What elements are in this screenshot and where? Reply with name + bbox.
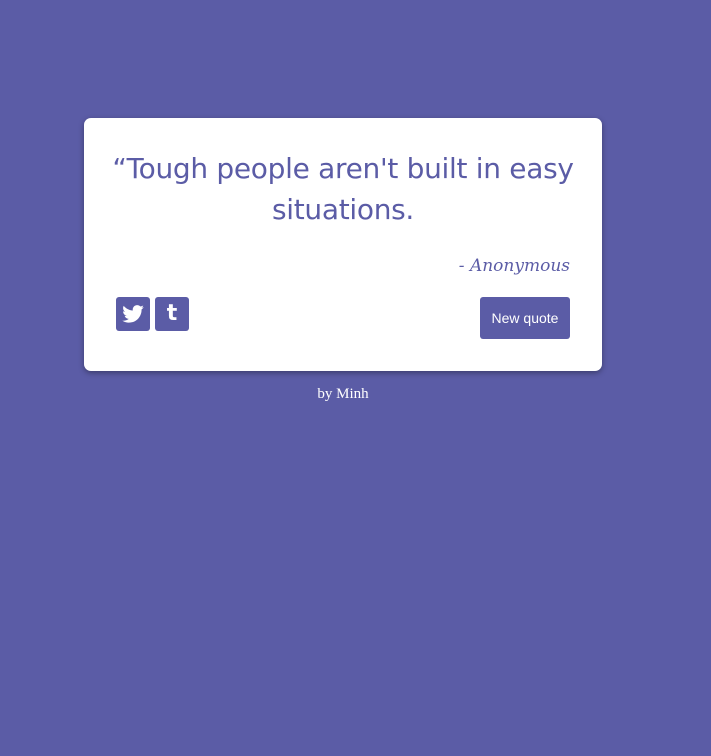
quote-body: Tough people aren't built in easy situat…: [126, 152, 574, 226]
tumblr-icon: t: [166, 301, 178, 326]
tweet-quote-button[interactable]: [116, 297, 150, 331]
twitter-icon: [122, 305, 144, 323]
quote-text: “Tough people aren't built in easy situa…: [104, 148, 582, 230]
new-quote-button[interactable]: New quote: [480, 297, 570, 339]
footer-credit: by Minh: [317, 386, 369, 402]
quote-card: “Tough people aren't built in easy situa…: [84, 118, 602, 371]
tumblr-share-button[interactable]: t: [155, 297, 189, 331]
quote-open-mark: “: [112, 152, 127, 185]
quote-author: - Anonymous: [458, 256, 570, 276]
